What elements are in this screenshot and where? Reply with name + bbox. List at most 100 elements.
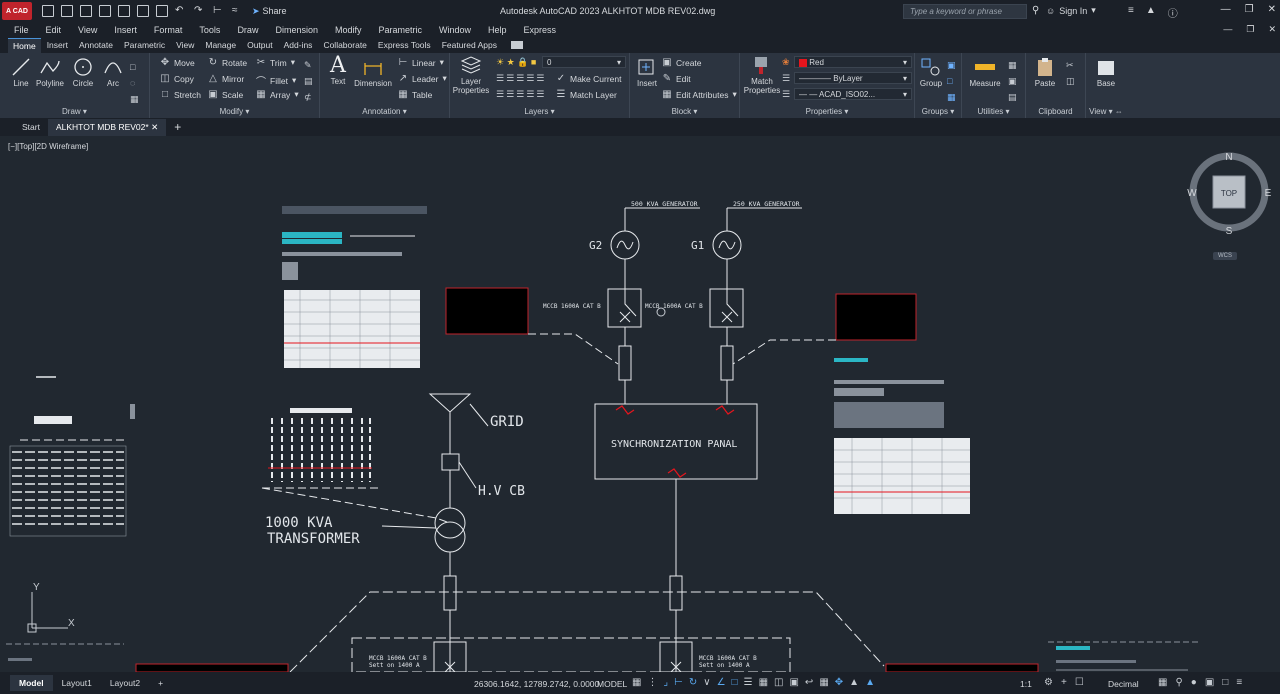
edit-attributes-button[interactable]: ▦ Edit Attributes ▾ — [662, 89, 736, 100]
panel-clipboard-title[interactable]: Clipboard — [1026, 107, 1085, 116]
leader-button[interactable]: ↗ Leader ▾ — [398, 73, 447, 84]
lock-ui-icon[interactable]: ⚲ — [1175, 677, 1182, 688]
make-current-button[interactable]: ✓ Make Current — [556, 73, 622, 84]
sign-in-button[interactable]: ☺ Sign In ▾ — [1046, 5, 1096, 16]
clean-screen-icon[interactable]: □ — [1222, 677, 1228, 688]
open-file-icon[interactable] — [61, 5, 73, 17]
trim-button[interactable]: ✂ Trim ▾ — [256, 57, 295, 68]
ortho-icon[interactable]: ⊢ — [674, 677, 683, 688]
line-button[interactable]: Line — [8, 57, 34, 88]
doc-restore-icon[interactable]: ❐ — [1246, 24, 1254, 35]
panel-annotation-title[interactable]: Annotation ▾ — [320, 107, 449, 116]
share-button[interactable]: ➤ Share — [252, 6, 287, 17]
menu-edit[interactable]: Edit — [46, 25, 62, 35]
panel-draw-title[interactable]: Draw ▾ — [0, 107, 149, 116]
tab-express-tools[interactable]: Express Tools — [373, 38, 436, 52]
stretch-button[interactable]: □ Stretch — [160, 89, 201, 100]
tab-active-drawing[interactable]: ALKHTOT MDB REV02* ✕ — [47, 118, 167, 136]
autocad-logo[interactable]: A CAD — [2, 2, 32, 20]
mirror-button[interactable]: △ Mirror — [208, 73, 244, 84]
layer-tools-row2[interactable]: ☰☰☰☰☰ — [496, 89, 546, 100]
tab-close-icon[interactable]: ✕ — [151, 122, 158, 132]
tab-model[interactable]: Model — [10, 675, 53, 691]
dimension-button[interactable]: Dimension — [352, 57, 394, 88]
selection-filter-icon[interactable]: ▦ — [819, 677, 828, 688]
new-file-icon[interactable] — [42, 5, 54, 17]
tab-layout2[interactable]: Layout2 — [101, 675, 149, 691]
customization-icon[interactable]: ≡ — [1236, 677, 1242, 688]
undo-icon[interactable]: ↶ — [175, 5, 187, 17]
save-web-icon[interactable] — [137, 5, 149, 17]
viewcube-east[interactable]: E — [1265, 188, 1272, 199]
create-block-button[interactable]: ▣ Create — [662, 57, 701, 68]
hardware-acceleration-icon[interactable]: ▣ — [1205, 677, 1214, 688]
tab-home[interactable]: Home — [8, 37, 41, 53]
drawing-canvas[interactable]: [−][Top][2D Wireframe] 500 KVA GENERATOR… — [0, 136, 1280, 672]
tab-parametric[interactable]: Parametric — [119, 38, 170, 52]
add-scale-icon[interactable]: + — [1061, 677, 1067, 688]
wcs-menu[interactable]: WCS — [1213, 252, 1237, 260]
table-button[interactable]: ▦ Table — [398, 89, 432, 100]
menu-view[interactable]: View — [78, 25, 97, 35]
plot-icon[interactable] — [156, 5, 168, 17]
ribbon-toggle-icon[interactable] — [510, 41, 523, 49]
isolate-objects-icon[interactable]: ● — [1191, 677, 1197, 688]
viewcube-top[interactable]: TOP — [1221, 189, 1237, 198]
panel-block-title[interactable]: Block ▾ — [630, 107, 739, 116]
workspace-switch-icon[interactable]: ⚙ — [1044, 677, 1053, 688]
add-layout-icon[interactable]: + — [149, 675, 172, 691]
doc-close-icon[interactable]: ✕ — [1268, 24, 1276, 35]
draw-extra-icons[interactable]: □ ◌ ▦ — [130, 59, 139, 107]
color-dropdown[interactable]: Red ▾ — [794, 56, 912, 68]
menu-format[interactable]: Format — [154, 25, 183, 35]
circle-button[interactable]: Circle — [70, 57, 96, 88]
annotation-monitor-icon[interactable]: ☐ — [1075, 677, 1084, 688]
tab-output[interactable]: Output — [242, 38, 278, 52]
infer-icon[interactable]: ⌟ — [663, 677, 668, 688]
match-properties-button[interactable]: Match Properties — [742, 55, 782, 95]
quick-properties-icon[interactable]: ▦ — [1158, 677, 1167, 688]
panel-modify-title[interactable]: Modify ▾ — [150, 107, 319, 116]
transparency-icon[interactable]: ▦ — [759, 677, 768, 688]
linear-button[interactable]: ⊢ Linear ▾ — [398, 57, 444, 68]
linetype-dropdown[interactable]: — — ACAD_ISO02... ▾ — [794, 88, 912, 100]
tab-insert[interactable]: Insert — [42, 38, 73, 52]
maximize-icon[interactable]: ❐ — [1245, 4, 1254, 15]
current-layer-dropdown[interactable]: 0 ▾ — [542, 56, 626, 68]
menu-help[interactable]: Help — [488, 25, 507, 35]
base-view-button[interactable]: Base — [1092, 57, 1120, 88]
tab-view[interactable]: View — [171, 38, 199, 52]
match-layer-button[interactable]: ☰ Match Layer — [556, 89, 617, 100]
snap-icon[interactable]: ⋮ — [647, 677, 657, 688]
annotation-scale[interactable]: 1:1 — [1020, 679, 1032, 689]
scale-button[interactable]: ▣ Scale — [208, 89, 243, 100]
menu-draw[interactable]: Draw — [237, 25, 258, 35]
dynamic-ucs-icon[interactable]: ↩ — [805, 677, 813, 688]
viewcube-south[interactable]: S — [1226, 226, 1233, 237]
menu-window[interactable]: Window — [439, 25, 471, 35]
gizmo-icon[interactable]: ✥ — [835, 677, 843, 688]
paste-button[interactable]: Paste — [1030, 57, 1060, 88]
grid-icon[interactable]: ▦ — [632, 677, 641, 688]
lineweight-toggle-icon[interactable]: ☰ — [744, 677, 753, 688]
rotate-button[interactable]: ↻ Rotate — [208, 57, 247, 68]
panel-groups-title[interactable]: Groups ▾ — [915, 107, 961, 116]
object-snap-icon[interactable]: □ — [732, 677, 738, 688]
minimize-icon[interactable]: — — [1221, 4, 1231, 15]
search-icon[interactable]: ⚲ — [1032, 5, 1039, 16]
panel-view-title[interactable]: View ▾ ⇔ — [1086, 107, 1126, 116]
tab-layout1[interactable]: Layout1 — [53, 675, 101, 691]
polar-icon[interactable]: ↻ — [689, 677, 697, 688]
model-space-toggle[interactable]: MODEL — [597, 679, 627, 689]
viewcube-west[interactable]: W — [1187, 188, 1197, 199]
new-tab-icon[interactable]: + — [174, 120, 181, 134]
isodraft-icon[interactable]: ∨ — [703, 677, 710, 688]
selection-cycling-icon[interactable]: ◫ — [774, 677, 783, 688]
measure-button[interactable]: Measure — [968, 57, 1002, 88]
viewcube[interactable]: TOP N S E W — [1184, 148, 1274, 238]
tab-start[interactable]: Start — [14, 119, 48, 135]
redo-icon[interactable]: ↷ — [194, 5, 206, 17]
tab-collaborate[interactable]: Collaborate — [318, 38, 371, 52]
modify-extra-icons[interactable]: ✎ ▤ ⊄ — [304, 57, 313, 105]
menu-modify[interactable]: Modify — [335, 25, 362, 35]
